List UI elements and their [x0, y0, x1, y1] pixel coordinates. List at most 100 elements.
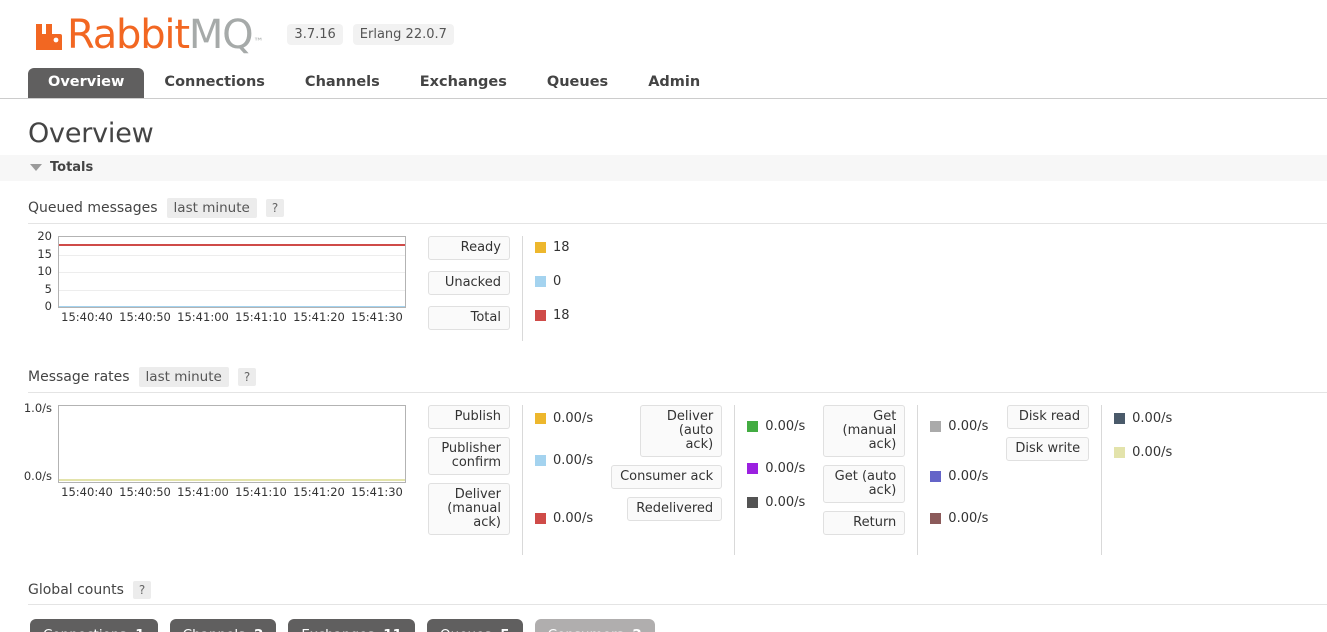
stat-rate: 0.00/s	[948, 468, 989, 484]
count-button-queues[interactable]: Queues: 5	[427, 619, 523, 632]
count-button-channels[interactable]: Channels: 2	[169, 619, 277, 632]
tab-overview[interactable]: Overview	[28, 68, 145, 98]
logo-rabbit-text: Rabbit	[67, 12, 190, 58]
stat-rate: 0.00/s	[948, 418, 989, 434]
stat-rate: 0.00/s	[553, 410, 594, 426]
rates-y-axis: 1.0/s 0.0/s	[24, 402, 58, 483]
stat-label[interactable]: Return	[823, 511, 906, 535]
x-tick-label: 15:40:40	[61, 310, 113, 324]
stat-label[interactable]: Publisher confirm	[428, 437, 510, 475]
gridline	[59, 272, 405, 273]
stat-value: 18	[535, 236, 570, 259]
stat-rate: 0.00/s	[553, 510, 594, 526]
page-header: Rabbit MQ ™ 3.7.16 Erlang 22.0.7	[0, 0, 1327, 58]
rates-stat-values: 0.00/s 0.00/s 0.00/s	[522, 405, 593, 555]
stat-number: 0	[553, 274, 562, 289]
message-rates-title: Message rates	[28, 369, 130, 385]
gridline	[59, 254, 405, 256]
stat-rate: 0.00/s	[1132, 410, 1173, 426]
stat-label[interactable]: Disk write	[1006, 437, 1090, 461]
message-rates-stats: Publish Publisher confirm Deliver (manual …	[428, 405, 1172, 555]
stat-label[interactable]: Publish	[428, 405, 510, 429]
series-line-baseline	[59, 479, 405, 481]
stat-value: 0.00/s	[1114, 439, 1172, 465]
rates-stat-labels: Disk read Disk write	[1006, 405, 1101, 555]
color-swatch	[535, 512, 546, 524]
stat-label[interactable]: Get (manual ack)	[823, 405, 906, 457]
y-tick-label: 5	[44, 281, 52, 296]
global-counts-title: Global counts	[28, 582, 124, 598]
series-line-unacked	[59, 306, 405, 307]
tab-admin[interactable]: Admin	[628, 68, 720, 98]
collapse-triangle-icon[interactable]	[30, 164, 42, 171]
stat-value: 0	[535, 270, 570, 293]
x-tick-label: 15:41:30	[351, 310, 403, 324]
queued-messages-title: Queued messages	[28, 200, 158, 216]
color-swatch	[535, 412, 546, 424]
stat-number: 18	[553, 240, 570, 255]
stat-value: 0.00/s	[747, 489, 805, 515]
rates-stats-column: Get (manual ack) Get (auto ack) Return 0.00…	[823, 405, 988, 555]
stat-rate: 0.00/s	[765, 494, 806, 510]
stat-label[interactable]: Get (auto ack)	[823, 465, 906, 503]
global-counts-help-icon[interactable]: ?	[132, 581, 152, 599]
count-label: Exchanges:	[301, 627, 383, 632]
x-tick-label: 15:41:10	[235, 485, 287, 499]
series-line-total	[59, 244, 405, 246]
x-tick-label: 15:40:40	[61, 485, 113, 499]
stat-label[interactable]: Ready	[428, 236, 510, 260]
count-button-connections[interactable]: Connections: 1	[30, 619, 158, 632]
count-value: 2	[254, 627, 263, 632]
count-button-exchanges[interactable]: Exchanges: 11	[288, 619, 416, 632]
x-tick-label: 15:41:20	[293, 310, 345, 324]
stat-label[interactable]: Deliver (manual ack)	[428, 483, 510, 535]
stat-label[interactable]: Unacked	[428, 271, 510, 295]
queued-stats-column: Ready Unacked Total 18 0 18	[428, 236, 570, 341]
stat-value: 0.00/s	[747, 455, 805, 481]
color-swatch	[535, 310, 546, 321]
stat-label[interactable]: Total	[428, 306, 510, 330]
rates-stat-values: 0.00/s 0.00/s 0.00/s	[734, 405, 805, 555]
color-swatch	[747, 420, 759, 432]
queued-messages-row: 0 5 10 15 20 15:40:40 15:40:50 15:41:00 15:41:1…	[26, 230, 1327, 341]
message-rates-plot	[58, 405, 406, 483]
rates-stat-labels: Get (manual ack) Get (auto ack) Return	[823, 405, 917, 555]
totals-section-header[interactable]: Totals	[0, 155, 1327, 181]
main-navigation: Overview Connections Channels Exchanges …	[0, 68, 1327, 99]
count-value: 11	[383, 627, 402, 632]
queued-messages-stats: Ready Unacked Total 18 0 18	[428, 236, 570, 341]
color-swatch	[930, 420, 942, 432]
stat-value: 0.00/s	[535, 489, 593, 547]
queued-messages-help-icon[interactable]: ?	[265, 199, 285, 217]
queued-messages-plot	[58, 236, 406, 308]
queued-x-axis: 15:40:40 15:40:50 15:41:00 15:41:10 15:41:20…	[58, 310, 406, 326]
version-badges: 3.7.16 Erlang 22.0.7	[287, 23, 463, 47]
x-tick-label: 15:40:50	[119, 310, 171, 324]
rates-stat-values: 0.00/s 0.00/s	[1101, 405, 1172, 555]
stat-value: 18	[535, 304, 570, 327]
stat-label[interactable]: Disk read	[1007, 405, 1090, 429]
x-tick-label: 15:41:10	[235, 310, 287, 324]
erlang-version-badge: Erlang 22.0.7	[352, 23, 454, 45]
count-value: 2	[632, 627, 641, 632]
tab-channels[interactable]: Channels	[285, 68, 400, 98]
tab-connections[interactable]: Connections	[144, 68, 285, 98]
stat-label[interactable]: Consumer ack	[611, 465, 723, 489]
x-tick-label: 15:41:00	[177, 310, 229, 324]
message-rates-period[interactable]: last minute	[138, 367, 229, 387]
tab-queues[interactable]: Queues	[527, 68, 628, 98]
stat-rate: 0.00/s	[765, 418, 806, 434]
stat-value: 0.00/s	[535, 439, 593, 481]
tab-exchanges[interactable]: Exchanges	[400, 68, 527, 98]
y-tick-label: 0	[44, 299, 52, 313]
rabbitmq-logo[interactable]: Rabbit MQ ™	[34, 12, 264, 58]
color-swatch	[535, 454, 546, 466]
stat-label[interactable]: Deliver (auto ack)	[640, 405, 723, 457]
stat-label[interactable]: Redelivered	[627, 497, 723, 521]
logo-trademark: ™	[253, 37, 264, 48]
queued-messages-period[interactable]: last minute	[166, 198, 257, 218]
count-value: 1	[135, 627, 144, 632]
message-rates-help-icon[interactable]: ?	[237, 368, 257, 386]
totals-section-label: Totals	[50, 160, 94, 175]
queued-messages-chart: 0 5 10 15 20 15:40:40 15:40:50 15:41:00 15:41:1…	[26, 230, 406, 326]
